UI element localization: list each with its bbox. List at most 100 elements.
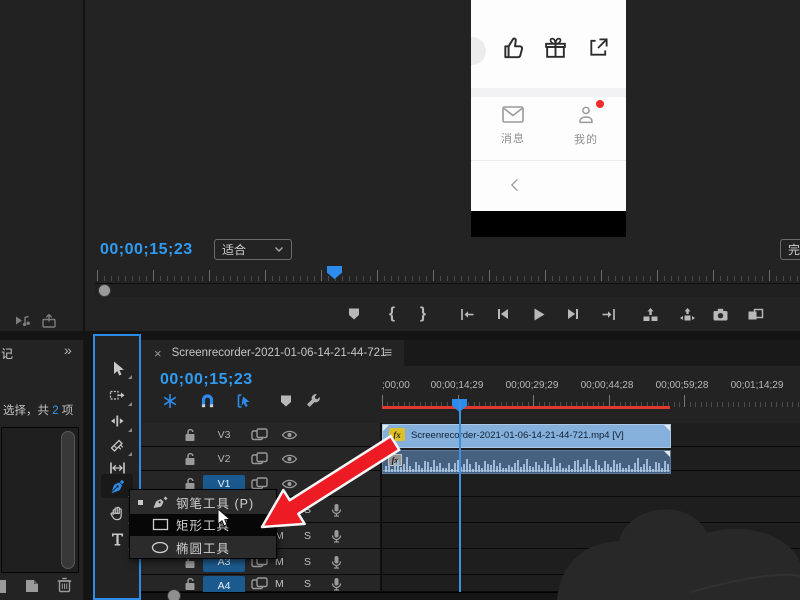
audio-clip[interactable]: fx: [382, 450, 671, 474]
settings-wrench-icon: [305, 393, 322, 409]
mic-icon[interactable]: [330, 577, 343, 592]
video-clip-label: Screenrecorder-2021-01-06-14-21-44-721.m…: [411, 430, 624, 441]
panel-divider[interactable]: [83, 0, 85, 331]
hand-tool-icon: [109, 505, 126, 522]
timeline-ruler[interactable]: ;00;0000;00;14;2900;00;29;2900;00;44;280…: [382, 366, 800, 423]
timeline-timecode[interactable]: 00;00;15;23: [160, 371, 253, 389]
clip-corner: [664, 425, 670, 431]
track-target-icon[interactable]: [251, 577, 268, 590]
selection-tool[interactable]: [101, 356, 133, 380]
monitor-timecode[interactable]: 00;00;15;23: [100, 241, 193, 259]
flyout-corner-icon: [128, 375, 132, 379]
partial-icon[interactable]: [0, 579, 8, 594]
compare-view-button[interactable]: [744, 303, 766, 325]
monitor-scrollbar[interactable]: [95, 283, 800, 297]
new-item-icon[interactable]: [24, 578, 40, 594]
selected-indicator: [138, 500, 143, 505]
phone-thin-divider: [471, 160, 626, 161]
solo-button[interactable]: S: [304, 556, 311, 568]
lock-open-icon[interactable]: [184, 428, 197, 442]
export-icon[interactable]: [41, 313, 58, 329]
track-label-v3[interactable]: V3: [203, 426, 245, 445]
annotation-arrow: [250, 425, 410, 540]
monitor-mini-ruler[interactable]: [95, 266, 800, 282]
tab-markers[interactable]: 标记: [0, 345, 14, 362]
ruler-label: 00;00;59;28: [656, 380, 709, 391]
phone-tab-mine[interactable]: 我的: [564, 104, 608, 147]
panel-overflow-icon[interactable]: »: [64, 342, 72, 358]
razor-tool[interactable]: [101, 433, 133, 457]
nest-toggle-button[interactable]: [159, 390, 181, 412]
add-marker-button[interactable]: [343, 303, 365, 325]
panel-menu-icon[interactable]: ≡: [384, 344, 392, 360]
watermark-blob: [556, 495, 800, 600]
flyout-item-label: 椭圆工具: [176, 538, 230, 557]
share-icon[interactable]: [587, 35, 610, 60]
tools-panel: [93, 334, 141, 600]
step-back-button[interactable]: [491, 303, 513, 325]
video-clip[interactable]: fx Screenrecorder-2021-01-06-14-21-44-72…: [382, 424, 671, 448]
timeline-tab-strip: × Screenrecorder-2021-01-06-14-21-44-721…: [141, 340, 800, 366]
gift-icon[interactable]: [543, 35, 568, 62]
timeline-panel: × Screenrecorder-2021-01-06-14-21-44-721…: [141, 340, 800, 600]
add-marker-icon: [347, 307, 361, 321]
timeline-hscrollbar-knob[interactable]: [167, 589, 181, 600]
step-forward-icon: [566, 307, 581, 321]
flyout-corner-icon: [128, 402, 132, 406]
flyout-corner-icon: [128, 428, 132, 432]
mark-out-button[interactable]: }: [412, 303, 434, 325]
play-audio-icon[interactable]: [14, 313, 31, 329]
audio-waveform: [383, 457, 670, 472]
resolution-select[interactable]: 完: [780, 239, 800, 260]
settings-wrench-button[interactable]: [302, 390, 324, 412]
track-label-v2[interactable]: V2: [203, 450, 245, 469]
monitor-scrollbar-knob[interactable]: [98, 284, 111, 297]
pen-icon: [151, 495, 169, 510]
notification-badge: [596, 100, 604, 108]
mark-in-icon: {: [389, 305, 395, 323]
compare-view-icon: [747, 307, 764, 322]
thumbs-up-icon[interactable]: [501, 35, 527, 62]
person-icon: [575, 104, 597, 126]
export-frame-button[interactable]: [709, 303, 731, 325]
lock-open-icon[interactable]: [184, 577, 197, 591]
go-to-in-button[interactable]: [456, 303, 478, 325]
play-button[interactable]: [527, 303, 549, 325]
phone-tab-messages[interactable]: 消息: [491, 104, 535, 146]
mark-in-button[interactable]: {: [381, 303, 403, 325]
track-lane-v1[interactable]: [382, 471, 800, 497]
extract-icon: [679, 307, 696, 322]
export-frame-icon: [712, 307, 729, 322]
step-back-icon: [495, 307, 510, 321]
step-forward-button[interactable]: [562, 303, 584, 325]
ruler-label: 00;00;14;29: [431, 380, 484, 391]
playhead-line: [459, 400, 461, 592]
linked-selection-button[interactable]: [233, 390, 255, 412]
ripple-edit-tool[interactable]: [101, 409, 133, 433]
mute-button[interactable]: M: [275, 578, 284, 590]
solo-button[interactable]: S: [304, 578, 311, 590]
lift-button[interactable]: [639, 303, 661, 325]
go-to-out-button[interactable]: [598, 303, 620, 325]
phone-black-bar: [471, 211, 626, 237]
trash-icon[interactable]: [56, 576, 73, 594]
pen-tool-icon: [109, 478, 126, 495]
extract-button[interactable]: [676, 303, 698, 325]
chevron-left-icon: [507, 176, 523, 194]
zoom-fit-select[interactable]: 适合: [214, 239, 292, 260]
timeline-toolbar: [141, 390, 381, 412]
add-marker-button[interactable]: [275, 390, 297, 412]
tab-sequence[interactable]: × Screenrecorder-2021-01-06-14-21-44-721…: [141, 340, 404, 366]
lock-open-icon[interactable]: [184, 452, 197, 466]
chevron-down-icon: [274, 246, 284, 253]
program-preview-frame: 消息我的: [471, 0, 626, 237]
selection-tool-icon: [109, 360, 126, 377]
snap-magnet-button[interactable]: [196, 390, 218, 412]
ruler-label: 00;01;14;29: [731, 380, 784, 391]
track-select-forward-tool[interactable]: [101, 383, 133, 407]
go-to-out-icon: [601, 307, 617, 322]
markers-scrollbar-thumb[interactable]: [61, 431, 75, 569]
go-to-in-icon: [459, 307, 475, 322]
close-icon[interactable]: ×: [154, 346, 162, 361]
mic-icon[interactable]: [330, 555, 343, 570]
